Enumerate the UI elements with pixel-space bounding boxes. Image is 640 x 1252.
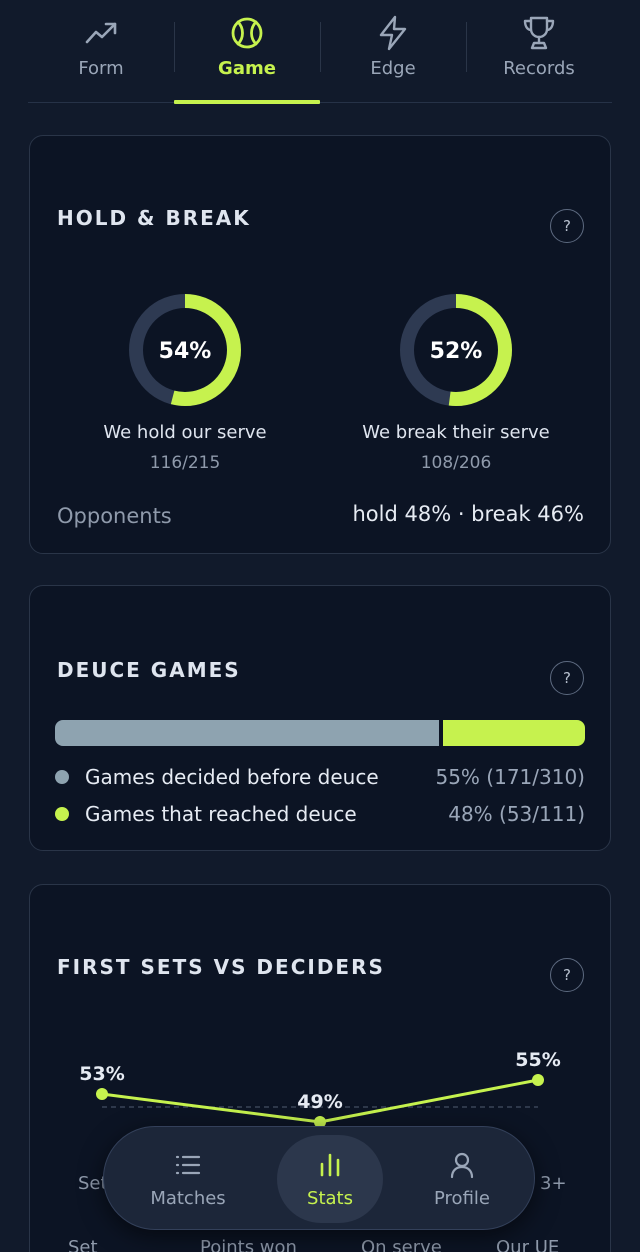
tab-edge-label: Edge [370, 58, 416, 79]
hold-serve-fraction: 116/215 [149, 453, 221, 473]
data-label-0: 53% [79, 1063, 124, 1085]
hold-ring-chart: 54% [129, 294, 241, 406]
hold-break-title: HOLD & BREAK [57, 206, 251, 230]
hold-serve-label: We hold our serve [103, 422, 267, 443]
deuce-stacked-bar [55, 720, 585, 746]
legend-value-reached-deuce: 48% (53/111) [448, 802, 585, 826]
deuce-games-title: DEUCE GAMES [57, 658, 241, 682]
nav-stats-label: Stats [307, 1187, 353, 1209]
deuce-games-card: DEUCE GAMES ? Games decided before deuce… [29, 585, 611, 851]
legend-dot-reached-deuce [55, 807, 69, 821]
hold-serve-stat: 54% We hold our serve 116/215 [65, 290, 305, 473]
user-icon [450, 1152, 474, 1178]
legend-label-reached-deuce: Games that reached deuce [85, 802, 357, 826]
hold-break-help-button[interactable]: ? [550, 209, 584, 243]
legend-value-before-deuce: 55% (171/310) [435, 765, 585, 789]
nav-stats[interactable]: Stats [277, 1135, 383, 1223]
opponents-value: hold 48% · break 46% [352, 502, 584, 526]
legend-reached-deuce: Games that reached deuce 48% (53/111) [55, 802, 585, 826]
deuce-bar-before-deuce [55, 720, 439, 746]
stats-page: Form Game Edge Records HOLD & BREAK ? 54… [0, 0, 640, 1252]
data-label-2: 55% [515, 1049, 560, 1071]
break-serve-stat: 52% We break their serve 108/206 [336, 290, 576, 473]
break-serve-fraction: 108/206 [420, 453, 492, 473]
tab-game[interactable]: Game [174, 0, 320, 102]
nav-profile-label: Profile [434, 1187, 490, 1209]
tab-game-label: Game [218, 58, 276, 79]
nav-profile[interactable]: Profile [406, 1135, 518, 1223]
tab-edge[interactable]: Edge [320, 0, 466, 102]
trend-up-icon [85, 22, 117, 44]
tab-records[interactable]: Records [466, 0, 612, 102]
legend-before-deuce: Games decided before deuce 55% (171/310) [55, 765, 585, 789]
legend-label-before-deuce: Games decided before deuce [85, 765, 379, 789]
break-ring-chart: 52% [400, 294, 512, 406]
top-tab-bar: Form Game Edge Records [28, 0, 612, 104]
bottom-nav-bar: Matches Stats Profile [103, 1126, 535, 1230]
lightning-icon [379, 15, 407, 51]
break-ring-percent: 52% [430, 339, 483, 364]
nav-matches-label: Matches [150, 1187, 226, 1209]
bottom-label-on-serve: On serve [361, 1237, 442, 1252]
series-point-2 [532, 1074, 544, 1086]
bottom-label-set: Set [68, 1237, 98, 1252]
data-label-1: 49% [297, 1091, 342, 1113]
hold-ring-percent: 54% [159, 339, 212, 364]
tab-form-label: Form [78, 58, 124, 79]
hold-break-card: HOLD & BREAK ? 54% We hold our serve 116… [29, 135, 611, 554]
category-label-right: 3+ [540, 1173, 567, 1194]
legend-dot-before-deuce [55, 770, 69, 784]
opponents-label: Opponents [57, 504, 172, 528]
active-tab-indicator [174, 100, 320, 104]
deuce-games-help-button[interactable]: ? [550, 661, 584, 695]
bottom-label-our-ue: Our UE [496, 1237, 559, 1252]
list-icon [175, 1155, 201, 1174]
tab-records-label: Records [503, 58, 575, 79]
bottom-label-points-won: Points won [200, 1237, 297, 1252]
bar-chart-icon [320, 1153, 340, 1176]
deuce-bar-reached-deuce [442, 720, 585, 746]
break-serve-label: We break their serve [362, 422, 550, 443]
tab-form[interactable]: Form [28, 0, 174, 102]
tennis-ball-icon [231, 17, 263, 49]
series-point-0 [96, 1088, 108, 1100]
nav-matches[interactable]: Matches [132, 1135, 244, 1223]
trophy-icon [523, 16, 555, 50]
